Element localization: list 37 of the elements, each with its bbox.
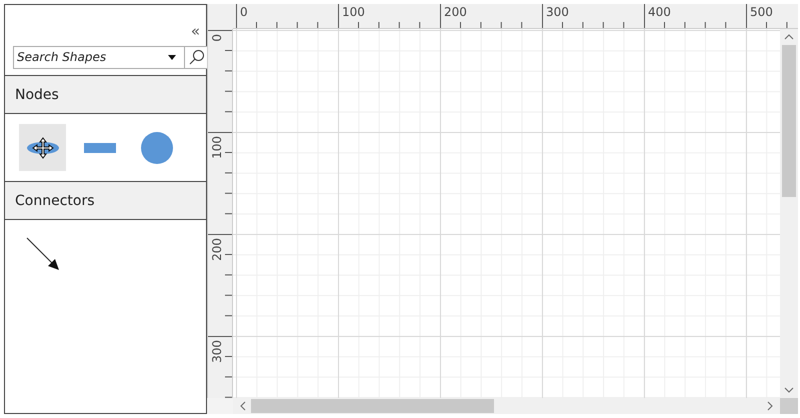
search-icon [188,49,204,65]
circle-icon [140,132,172,164]
caret-icon[interactable] [168,54,176,60]
scroll-down-icon[interactable] [784,386,794,394]
arrow-icon [26,236,60,270]
ruler-ticks [562,22,626,28]
scroll-right-icon[interactable] [766,401,774,411]
ruler-label: 400 [648,5,671,19]
palette-item[interactable] [19,124,66,171]
scroll-up-icon[interactable] [784,33,794,41]
move-cursor-icon [32,137,54,159]
ruler-ticks [225,254,232,318]
scrollbar-corner [780,398,798,414]
ruler-label: 200 [210,238,224,261]
search-bar[interactable]: Search Shapes [13,46,209,68]
ruler-label: 0 [240,5,248,19]
ruler-ticks [664,22,728,28]
section-header[interactable]: Nodes [5,76,206,114]
ruler-ticks [358,22,422,28]
ruler-ticks [256,22,320,28]
ruler-label: 200 [444,5,467,19]
scroll-left-icon[interactable] [239,401,247,411]
ruler-label: 0 [210,34,224,42]
ruler-label: 100 [210,136,224,159]
ruler-ticks [225,152,232,216]
ruler-ticks [225,50,232,114]
ruler-label: 100 [342,5,365,19]
scroll-thumb[interactable] [782,45,796,197]
ruler-ticks [460,22,524,28]
search-button[interactable] [184,46,208,68]
ruler-label: 300 [546,5,569,19]
ruler-label: 500 [750,5,773,19]
ruler-label: 300 [210,340,224,363]
rectangle-icon [84,142,116,152]
scroll-thumb[interactable] [251,399,494,413]
collapse-button[interactable]: « [190,23,200,39]
section-header[interactable]: Connectors [5,182,206,220]
